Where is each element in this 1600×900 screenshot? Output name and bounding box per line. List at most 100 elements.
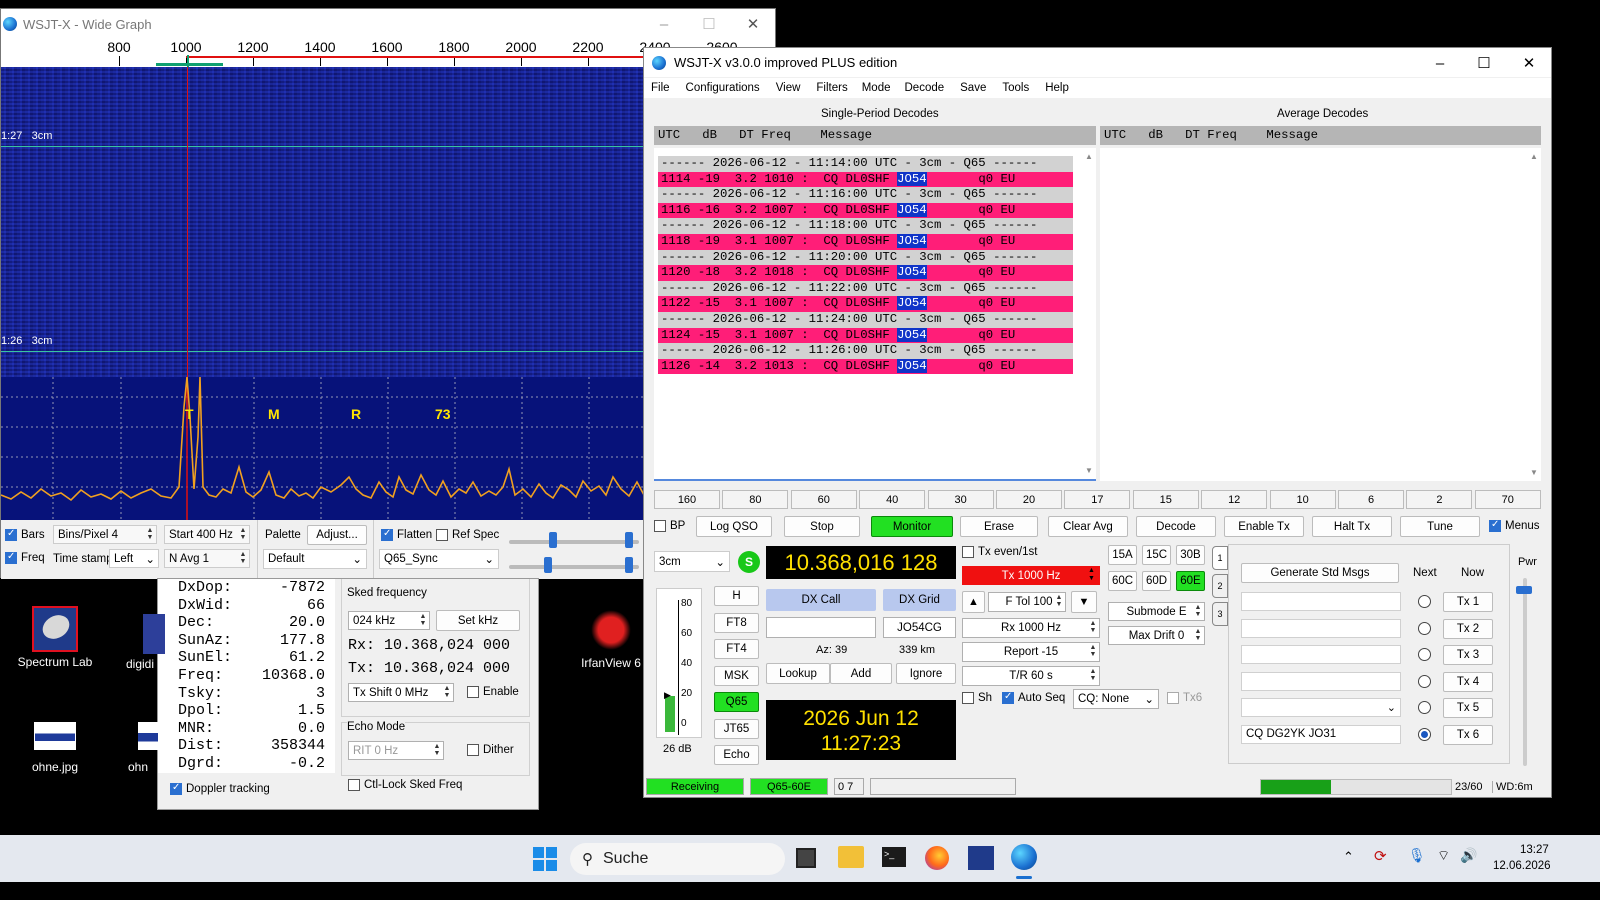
tx-even-checkbox[interactable]: Tx even/1st bbox=[962, 546, 1037, 558]
start-spinbox[interactable]: Start 400 Hz ▲ ▼ bbox=[164, 525, 250, 544]
sked-freq-spinbox[interactable]: 024 kHz ▲ ▼ bbox=[348, 611, 430, 630]
search-box[interactable]: ⚲ Suche bbox=[570, 843, 785, 875]
tx2-next-radio[interactable] bbox=[1418, 621, 1431, 635]
band-button-15[interactable]: 15 bbox=[1132, 490, 1199, 509]
decode-row[interactable]: 1124 -15 3.1 1007 : CQ DL0SHF JO54 q0 EU bbox=[658, 327, 1073, 344]
slider-handle[interactable] bbox=[625, 532, 633, 548]
maximize-button[interactable]: ☐ bbox=[1462, 48, 1506, 78]
tx5-message-input[interactable]: ⌄ bbox=[1241, 698, 1401, 717]
band-button-160[interactable]: 160 bbox=[654, 490, 720, 509]
tx6-next-radio[interactable] bbox=[1418, 727, 1431, 741]
decode-row[interactable]: 1122 -15 3.1 1007 : CQ DL0SHF JO54 q0 EU bbox=[658, 296, 1073, 312]
tx-freq-spin-arrows[interactable]: ▲ ▼ bbox=[1088, 567, 1095, 583]
refspec-checkbox[interactable]: Ref Spec bbox=[436, 529, 499, 541]
clock-date[interactable]: 12.06.2026 bbox=[1493, 860, 1551, 872]
scrollbar[interactable]: ▲ ▼ bbox=[1529, 152, 1539, 477]
menu-save[interactable]: Save bbox=[960, 82, 986, 94]
enable-tx-button[interactable]: Enable Tx bbox=[1224, 516, 1304, 537]
pwr-slider-handle[interactable] bbox=[1516, 586, 1532, 594]
max-drift-spinbox[interactable]: Max Drift 0 ▲ ▼ bbox=[1108, 626, 1205, 645]
maximize-button[interactable]: ☐ bbox=[687, 9, 731, 39]
doppler-tracking-checkbox[interactable]: Doppler tracking bbox=[170, 782, 270, 795]
decode-row[interactable]: 1118 -19 3.1 1007 : CQ DL0SHF JO54 q0 EU bbox=[658, 233, 1073, 250]
sync-icon[interactable]: ⟳ bbox=[1374, 847, 1387, 865]
band-button-80[interactable]: 80 bbox=[722, 490, 789, 509]
auto-seq-checkbox[interactable]: Auto Seq bbox=[1002, 691, 1065, 704]
rx-freq-spinbox[interactable]: Rx 1000 Hz ▲ ▼ bbox=[962, 618, 1100, 638]
mode-button-ft8[interactable]: FT8 bbox=[714, 612, 759, 633]
gain-slider[interactable] bbox=[509, 540, 639, 544]
desktop-icon-ohn[interactable]: ohn bbox=[128, 722, 158, 774]
tx6-message-input[interactable]: CQ DG2YK JO31 bbox=[1241, 724, 1401, 744]
average-decodes-pane[interactable]: ▲ ▼ bbox=[1100, 148, 1541, 481]
band-select[interactable]: 3cm ⌄ bbox=[654, 551, 730, 572]
menu-tools[interactable]: Tools bbox=[1002, 82, 1029, 94]
bp-checkbox[interactable]: BP bbox=[654, 520, 685, 532]
ctl-lock-checkbox[interactable]: Ctl-Lock Sked Freq bbox=[348, 779, 462, 791]
minimize-button[interactable]: – bbox=[642, 9, 686, 39]
band-button-60[interactable]: 60 bbox=[790, 490, 857, 509]
microphone-icon[interactable]: 🎙 bbox=[1408, 847, 1426, 864]
waterfall[interactable]: 1:27 3cm 1:26 3cm bbox=[1, 67, 644, 377]
tx4-message-input[interactable] bbox=[1241, 671, 1401, 691]
menus-checkbox[interactable]: Menus bbox=[1489, 519, 1540, 532]
decode-row[interactable]: 1126 -14 3.2 1013 : CQ DL0SHF JO54 q0 EU bbox=[658, 358, 1073, 375]
desktop-icon-spectrum-lab[interactable]: Spectrum Lab bbox=[15, 606, 95, 669]
desktop-icon-ohne-jpg[interactable]: ohne.jpg bbox=[15, 722, 95, 774]
dx-call-input[interactable] bbox=[766, 617, 876, 638]
minimize-button[interactable]: – bbox=[1418, 48, 1462, 78]
main-titlebar[interactable]: WSJT-X v3.0.0 improved PLUS edition bbox=[644, 48, 1551, 77]
cq-select[interactable]: CQ: None ⌄ bbox=[1073, 689, 1159, 709]
flatten-checkbox[interactable]: Flatten bbox=[381, 528, 432, 541]
menu-decode[interactable]: Decode bbox=[905, 82, 945, 94]
submode-60e[interactable]: 60E bbox=[1176, 571, 1205, 591]
tx1-message-input[interactable] bbox=[1241, 592, 1401, 611]
menu-help[interactable]: Help bbox=[1045, 82, 1069, 94]
ftol-spinbox[interactable]: F Tol 100 ▲ ▼ bbox=[988, 592, 1066, 612]
add-button[interactable]: Add bbox=[830, 663, 892, 684]
band-button-40[interactable]: 40 bbox=[859, 490, 926, 509]
slider-handle[interactable] bbox=[625, 557, 633, 573]
clock-time[interactable]: 13:27 bbox=[1520, 844, 1549, 856]
start-windows-icon[interactable] bbox=[533, 847, 557, 871]
dx-grid-input[interactable]: JO54CG bbox=[883, 617, 956, 638]
submode-60c[interactable]: 60C bbox=[1108, 571, 1137, 591]
bars-checkbox[interactable]: Bars bbox=[5, 528, 45, 541]
tx6-checkbox[interactable]: Tx6 bbox=[1167, 692, 1202, 704]
mode-button-q65[interactable]: Q65 bbox=[714, 692, 759, 712]
enable-checkbox[interactable]: Enable bbox=[467, 686, 519, 698]
mode-button-echo[interactable]: Echo bbox=[714, 745, 759, 765]
tx5-now-button[interactable]: Tx 5 bbox=[1443, 698, 1493, 718]
band-button-12[interactable]: 12 bbox=[1201, 490, 1268, 509]
freq-up-button[interactable]: ▲ bbox=[962, 591, 985, 613]
stop-button[interactable]: Stop bbox=[784, 516, 860, 537]
tune-button[interactable]: Tune bbox=[1400, 516, 1480, 537]
wifi-icon[interactable]: ⌔ bbox=[1437, 847, 1450, 865]
s-meter-button[interactable]: S bbox=[738, 551, 760, 573]
menu-view[interactable]: View bbox=[776, 82, 801, 94]
menu-mode[interactable]: Mode bbox=[862, 82, 891, 94]
pwr-slider[interactable] bbox=[1523, 578, 1527, 766]
single-decodes-pane[interactable]: ------ 2026-06-12 - 11:14:00 UTC - 3cm -… bbox=[654, 148, 1096, 481]
zero-slider[interactable] bbox=[509, 565, 639, 569]
menu-file[interactable]: File bbox=[651, 82, 670, 94]
task-view-icon[interactable] bbox=[796, 848, 816, 868]
tx-freq-spinbox[interactable]: Tx 1000 Hz bbox=[962, 566, 1100, 585]
file-explorer-icon[interactable] bbox=[838, 846, 864, 868]
volume-icon[interactable]: 🔊 bbox=[1460, 847, 1477, 864]
erase-button[interactable]: Erase bbox=[960, 516, 1038, 537]
band-button-17[interactable]: 17 bbox=[1064, 490, 1131, 509]
palette-select[interactable]: Default ⌄ bbox=[263, 549, 367, 569]
set-khz-button[interactable]: Set kHz bbox=[436, 610, 520, 631]
chevron-up-icon[interactable]: ⌃ bbox=[1343, 849, 1354, 865]
rit-spinbox[interactable]: RIT 0 Hz ▲ ▼ bbox=[348, 741, 444, 760]
tx2-now-button[interactable]: Tx 2 bbox=[1443, 618, 1493, 639]
band-button-30[interactable]: 30 bbox=[927, 490, 994, 509]
clear-avg-button[interactable]: Clear Avg bbox=[1048, 516, 1128, 537]
close-button[interactable]: ✕ bbox=[731, 9, 775, 39]
freq-down-button[interactable]: ▼ bbox=[1071, 591, 1097, 613]
generate-std-msgs-button[interactable]: Generate Std Msgs bbox=[1241, 563, 1399, 583]
halt-tx-button[interactable]: Halt Tx bbox=[1312, 516, 1392, 537]
slider-handle[interactable] bbox=[544, 557, 552, 573]
lookup-button[interactable]: Lookup bbox=[766, 663, 830, 684]
